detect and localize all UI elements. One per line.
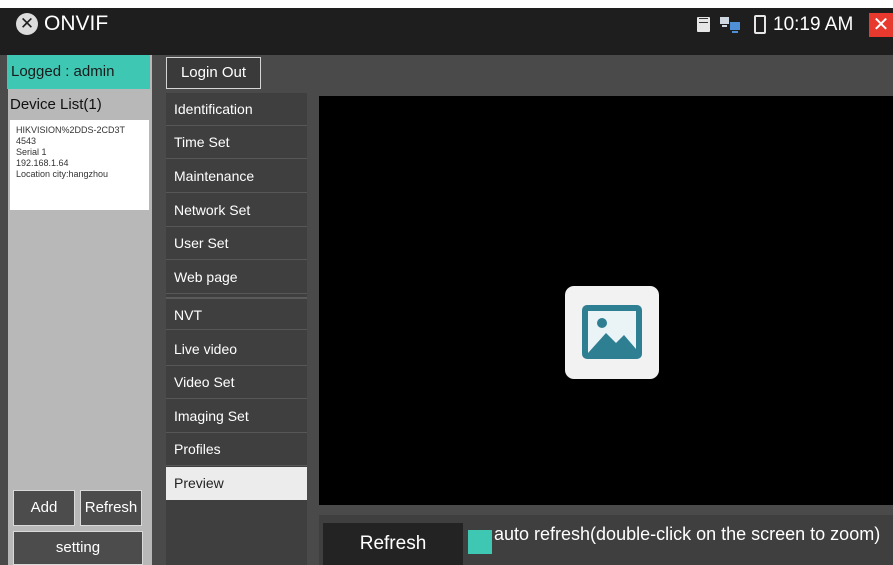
device-location: Location city:hangzhou (16, 169, 109, 179)
device-serial: Serial 1 (16, 147, 47, 157)
device-ip: 192.168.1.64 (16, 158, 69, 168)
refresh-preview-button[interactable]: Refresh (323, 523, 463, 565)
menu-item-imaging-set[interactable]: Imaging Set (166, 400, 307, 433)
menu-item-time-set[interactable]: Time Set (166, 126, 307, 159)
network-icon (719, 15, 741, 35)
close-button[interactable]: ✕ (869, 13, 893, 37)
add-device-button[interactable]: Add (13, 490, 75, 526)
clock: 10:19 AM (773, 14, 854, 35)
device-list-title: Device List(1) (10, 96, 102, 113)
menu-item-maintenance[interactable]: Maintenance (166, 160, 307, 193)
menu-item-identification[interactable]: Identification (166, 93, 307, 126)
device-name-line: 4543 (16, 136, 37, 146)
menu-item-nvt[interactable]: NVT (166, 297, 307, 330)
battery-icon (754, 15, 766, 34)
menu-item-live-video[interactable]: Live video (166, 333, 307, 366)
device-name-line: HIKVISION%2DDS-2CD3T (16, 125, 126, 135)
menu-item-video-set[interactable]: Video Set (166, 366, 307, 399)
setting-button[interactable]: setting (13, 531, 143, 565)
menu-item-user-set[interactable]: User Set (166, 227, 307, 260)
logout-button[interactable]: Login Out (166, 57, 261, 89)
refresh-devices-button[interactable]: Refresh (80, 490, 142, 526)
image-placeholder-icon (565, 286, 659, 379)
auto-refresh-checkbox[interactable] (468, 530, 492, 554)
device-list-item[interactable]: HIKVISION%2DDS-2CD3T 4543 Serial 1 192.1… (10, 120, 149, 210)
menu-item-web-page[interactable]: Web page (166, 261, 307, 294)
app-title: ONVIF (44, 12, 109, 35)
onvif-logo-icon: ✕ (16, 13, 38, 35)
auto-refresh-label: auto refresh(double-click on the screen … (494, 524, 881, 544)
menu-item-network-set[interactable]: Network Set (166, 194, 307, 227)
menu-item-profiles[interactable]: Profiles (166, 433, 307, 466)
menu-item-preview[interactable]: Preview (166, 467, 307, 500)
logged-in-status: Logged : admin (7, 55, 150, 89)
sd-card-icon (697, 17, 710, 32)
